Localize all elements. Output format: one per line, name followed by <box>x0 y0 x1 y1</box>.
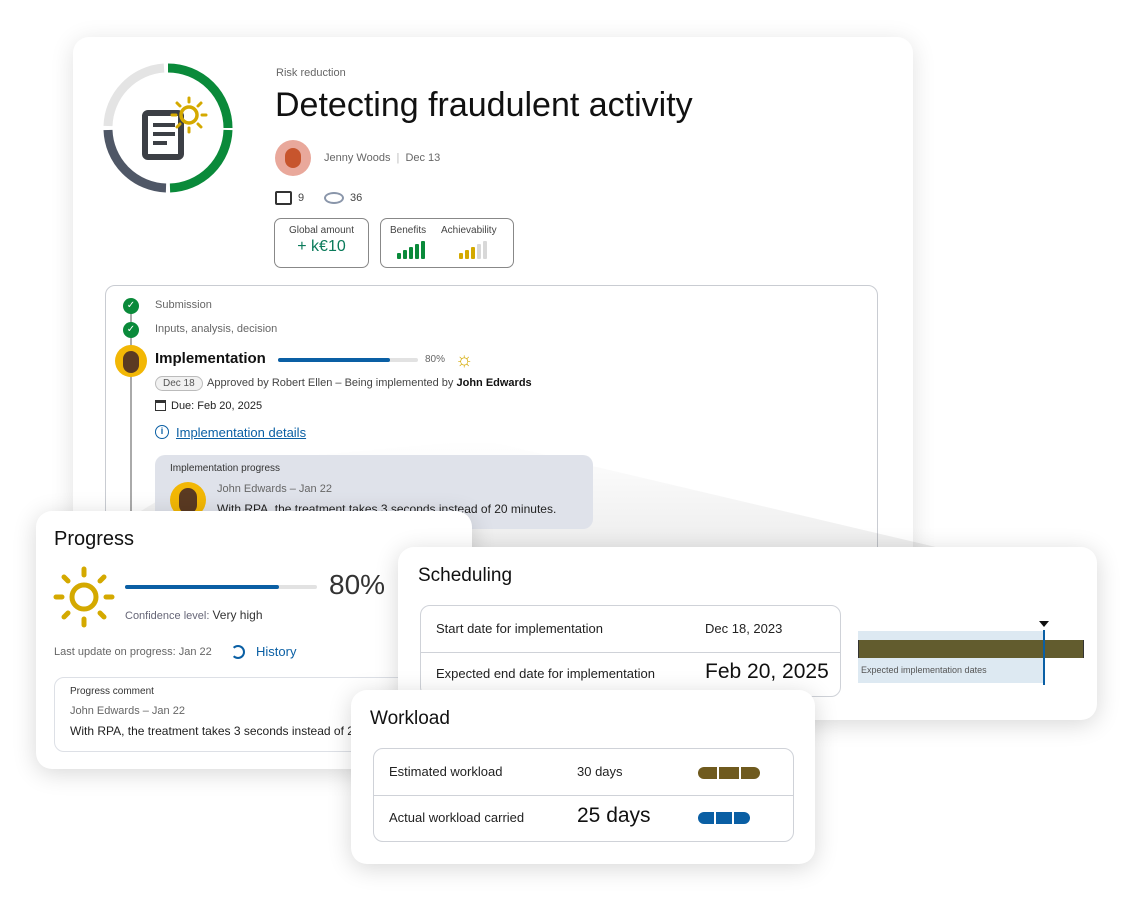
eye-icon <box>324 192 344 204</box>
workload-segment <box>716 812 732 824</box>
achievability-label: Achievability <box>441 225 497 236</box>
implementation-details-link[interactable]: Implementation details <box>176 425 306 440</box>
schedule-bar <box>858 640 1084 658</box>
workload-segment <box>734 812 750 824</box>
implementation-progress-text: 80% <box>425 354 446 365</box>
workload-segment <box>740 767 760 779</box>
end-date-value: Feb 20, 2025 <box>705 660 829 683</box>
progress-bar <box>125 585 317 589</box>
workload-segment <box>698 767 718 779</box>
global-amount-box: Global amount + k€10 <box>274 218 369 268</box>
today-marker-icon <box>1039 621 1049 627</box>
start-date-label: Start date for implementation <box>436 621 603 636</box>
timeline-line <box>130 305 132 525</box>
estimated-workload-bar <box>698 767 760 779</box>
estimated-value: 30 days <box>577 764 623 779</box>
signal-bar <box>397 253 401 259</box>
check-icon: ✓ <box>123 322 139 338</box>
date-pill: Dec 18 <box>155 376 203 391</box>
signal-bar <box>477 244 481 259</box>
approval-text: Approved by Robert Ellen – Being impleme… <box>207 377 457 389</box>
calendar-icon <box>155 400 166 411</box>
signal-bar <box>471 247 475 259</box>
achievability-signal-icon <box>459 241 489 259</box>
progress-title: Progress <box>54 528 135 550</box>
sun-icon: ☼ <box>455 349 474 371</box>
end-date-label: Expected end date for implementation <box>436 666 655 681</box>
actual-value: 25 days <box>577 804 651 827</box>
post-date: Dec 13 <box>405 152 441 164</box>
history-icon[interactable] <box>231 645 245 659</box>
author-avatar <box>275 140 311 176</box>
signal-bar <box>465 250 469 259</box>
implementation-progress-bar <box>278 358 418 362</box>
author-name[interactable]: Jenny Woods <box>324 152 390 164</box>
sun-icon <box>53 566 115 628</box>
global-amount-label: Global amount <box>288 225 355 236</box>
last-update: Last update on progress: Jan 22 <box>54 646 212 658</box>
scheduling-table: Start date for implementation Dec 18, 20… <box>420 605 841 697</box>
implementer-avatar <box>115 345 147 377</box>
views-count: 36 <box>350 192 363 204</box>
workload-table: Estimated workload 30 days Actual worklo… <box>373 748 794 842</box>
implementer-name[interactable]: John Edwards <box>456 377 531 389</box>
actual-workload-bar <box>698 812 750 824</box>
signal-bar <box>459 253 463 259</box>
due-date: Due: Feb 20, 2025 <box>171 400 263 412</box>
benefits-signal-icon <box>397 241 427 259</box>
step-inputs[interactable]: Inputs, analysis, decision <box>155 323 277 335</box>
scheduling-title: Scheduling <box>418 565 513 586</box>
separator: | <box>396 152 400 164</box>
global-amount-value: + k€10 <box>297 238 346 255</box>
progress-percent: 80% <box>329 569 386 600</box>
check-icon: ✓ <box>123 298 139 314</box>
progress-comment-author: John Edwards – Jan 22 <box>70 705 185 717</box>
signal-bar <box>483 241 487 259</box>
comments-icon[interactable] <box>275 191 292 205</box>
progress-comment-title: Progress comment <box>70 686 154 697</box>
signal-bar <box>415 244 419 259</box>
workload-title: Workload <box>370 708 450 729</box>
workload-card: Workload Estimated workload 30 days Actu… <box>351 690 815 864</box>
signal-bar <box>409 247 413 259</box>
estimated-label: Estimated workload <box>389 764 503 779</box>
info-icon: i <box>155 425 169 439</box>
start-date-value: Dec 18, 2023 <box>705 621 783 636</box>
today-marker <box>1043 630 1045 685</box>
comments-count: 9 <box>298 192 305 204</box>
signal-bar <box>421 241 425 259</box>
schedule-label: Expected implementation dates <box>861 665 987 675</box>
ratings-box: Benefits Achievability <box>380 218 514 268</box>
workload-segment <box>719 767 739 779</box>
comment-author-date: John Edwards – Jan 22 <box>217 483 332 495</box>
history-link[interactable]: History <box>256 644 296 659</box>
comment-title: Implementation progress <box>170 463 281 474</box>
signal-bar <box>403 250 407 259</box>
confidence-label: Confidence level: <box>125 610 213 622</box>
benefits-label: Benefits <box>390 225 427 236</box>
category-label: Risk reduction <box>276 67 346 79</box>
confidence-value: Very high <box>212 608 263 622</box>
actual-label: Actual workload carried <box>389 810 525 825</box>
page-title: Detecting fraudulent activity <box>275 86 693 124</box>
step-implementation[interactable]: Implementation <box>155 350 266 367</box>
workload-segment <box>698 812 714 824</box>
step-submission[interactable]: Submission <box>155 299 212 311</box>
cycle-status-icon <box>103 63 233 193</box>
